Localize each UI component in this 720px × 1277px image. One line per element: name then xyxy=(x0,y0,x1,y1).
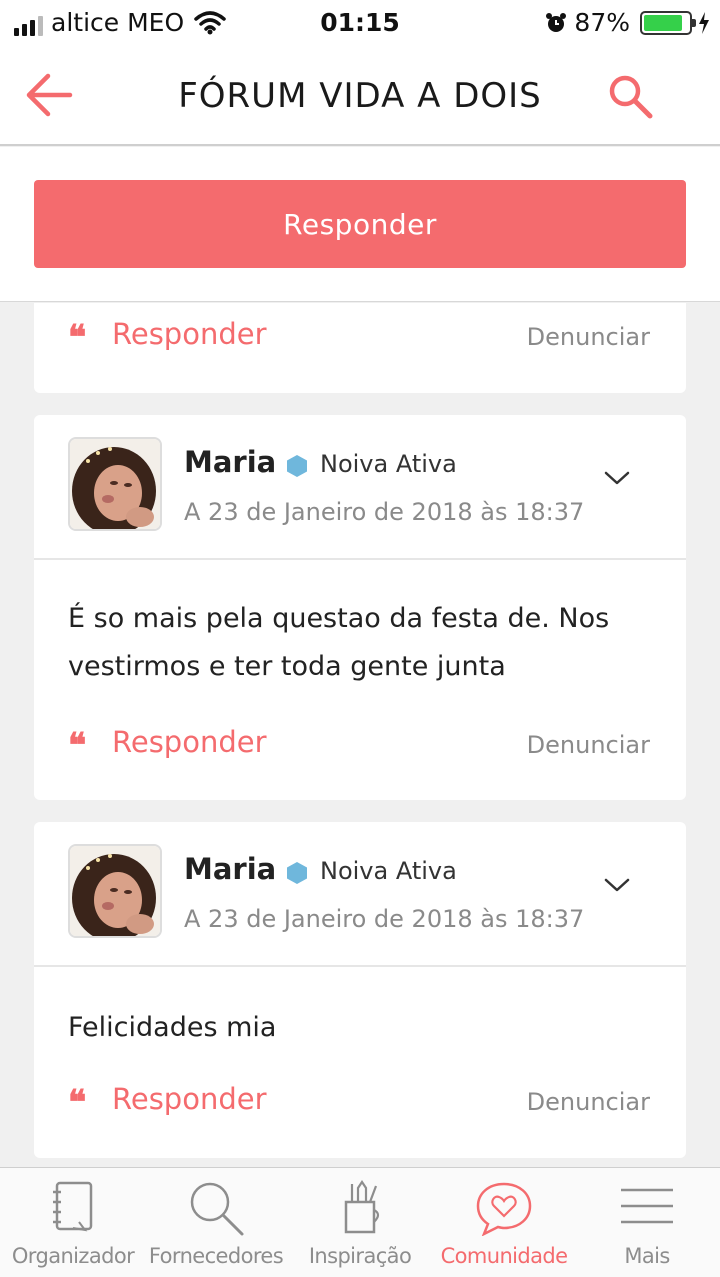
chat-heart-icon xyxy=(476,1182,532,1236)
post-card: ❝ Responder Denunciar xyxy=(34,303,686,393)
search-icon[interactable] xyxy=(606,72,656,122)
post-card: Maria Noiva Ativa A 23 de Janeiro de 201… xyxy=(34,415,686,800)
post-header: Maria Noiva Ativa A 23 de Janeiro de 201… xyxy=(34,822,686,967)
user-photo-icon xyxy=(70,846,160,936)
status-badge: Noiva Ativa xyxy=(320,857,457,885)
author-name[interactable]: Maria xyxy=(184,445,276,479)
avatar[interactable] xyxy=(68,437,162,531)
tab-label: Comunidade xyxy=(440,1244,568,1268)
tab-label: Mais xyxy=(624,1244,670,1268)
tab-label: Inspiração xyxy=(308,1244,412,1268)
quote-icon: ❝ xyxy=(68,1083,87,1123)
report-link[interactable]: Denunciar xyxy=(527,731,650,759)
battery-icon xyxy=(640,10,696,35)
post-feed[interactable]: ❝ Responder Denunciar Maria Noiva Ativa … xyxy=(0,303,720,1167)
post-body: Felicidades mia xyxy=(68,1012,277,1043)
chevron-down-icon[interactable] xyxy=(604,877,630,893)
reply-button[interactable]: Responder xyxy=(34,180,686,268)
post-header: Maria Noiva Ativa A 23 de Janeiro de 201… xyxy=(34,415,686,560)
tab-inspiracao[interactable]: Inspiração xyxy=(286,1168,434,1277)
tab-label: Organizador xyxy=(11,1244,135,1268)
post-body: É so mais pela questao da festa de. Nos … xyxy=(68,603,610,682)
reply-bar: Responder xyxy=(0,147,720,302)
tab-organizador[interactable]: Organizador xyxy=(0,1168,146,1277)
tab-comunidade[interactable]: Comunidade xyxy=(434,1168,574,1277)
hexagon-badge-icon xyxy=(287,862,307,884)
post-date: A 23 de Janeiro de 2018 às 18:37 xyxy=(184,905,585,933)
report-link[interactable]: Denunciar xyxy=(527,323,650,351)
report-link[interactable]: Denunciar xyxy=(527,1088,650,1116)
author-name[interactable]: Maria xyxy=(184,852,276,886)
battery-percent: 87% xyxy=(574,8,630,37)
bottom-tab-bar: Organizador Fornecedores Inspiração Comu… xyxy=(0,1167,720,1277)
quote-icon: ❝ xyxy=(68,726,87,766)
pencil-cup-icon xyxy=(344,1180,380,1234)
avatar[interactable] xyxy=(68,844,162,938)
alarm-icon xyxy=(546,12,567,32)
status-bar: altice MEO 01:15 87% xyxy=(0,0,720,46)
charging-icon xyxy=(699,11,709,34)
post-actions: ❝ Responder Denunciar xyxy=(34,313,686,363)
post-actions: ❝ Responder Denunciar xyxy=(34,721,686,771)
post-actions: ❝ Responder Denunciar xyxy=(34,1078,686,1128)
magnifier-icon xyxy=(190,1182,244,1236)
respond-link[interactable]: Responder xyxy=(112,317,267,351)
notebook-icon xyxy=(53,1181,93,1232)
chevron-down-icon[interactable] xyxy=(604,470,630,486)
post-card: Maria Noiva Ativa A 23 de Janeiro de 201… xyxy=(34,822,686,1158)
post-date: A 23 de Janeiro de 2018 às 18:37 xyxy=(184,498,585,526)
respond-link[interactable]: Responder xyxy=(112,725,267,759)
tab-fornecedores[interactable]: Fornecedores xyxy=(146,1168,286,1277)
top-nav-bar: FÓRUM VIDA A DOIS xyxy=(0,46,720,146)
tab-mais[interactable]: Mais xyxy=(574,1168,720,1277)
user-photo-icon xyxy=(70,439,160,529)
tab-label: Fornecedores xyxy=(148,1244,284,1268)
hexagon-badge-icon xyxy=(287,455,307,477)
status-badge: Noiva Ativa xyxy=(320,450,457,478)
quote-icon: ❝ xyxy=(68,318,87,358)
respond-link[interactable]: Responder xyxy=(112,1082,267,1116)
menu-icon xyxy=(621,1188,673,1224)
